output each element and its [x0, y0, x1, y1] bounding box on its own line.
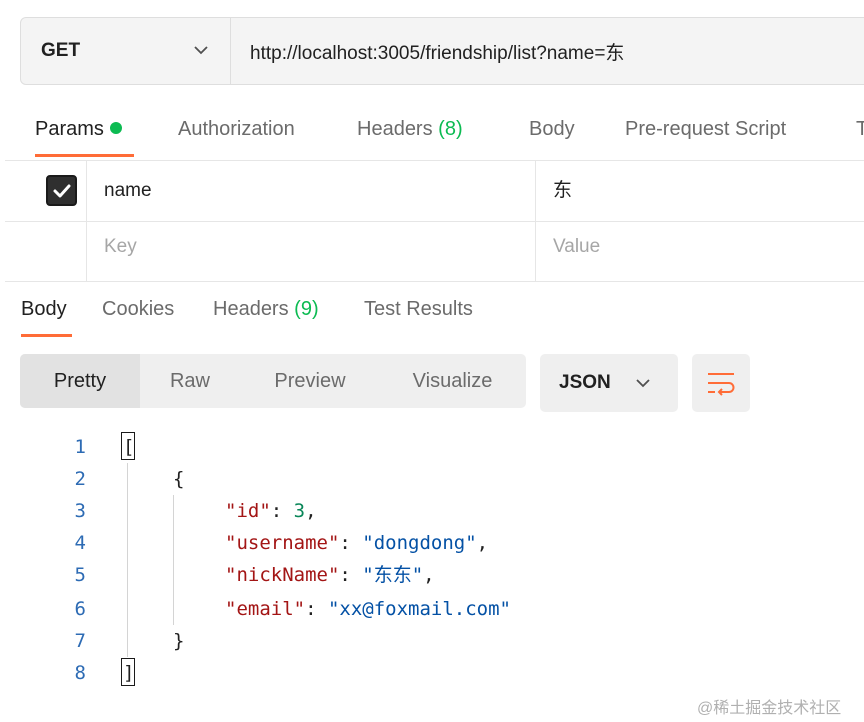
tab-body[interactable]: Body — [529, 115, 575, 143]
line-number: 2 — [74, 468, 86, 490]
format-label: JSON — [559, 372, 611, 393]
line-number: 7 — [74, 630, 86, 652]
view-preview-button[interactable]: Preview — [255, 354, 365, 408]
request-bar: GET http://localhost:3005/friendship/lis… — [20, 17, 864, 85]
chevron-down-icon — [194, 46, 208, 55]
response-tab-cookies[interactable]: Cookies — [102, 295, 174, 323]
response-tab-test-results[interactable]: Test Results — [364, 295, 473, 323]
json-number-value: 3 — [293, 500, 306, 522]
tab-headers-count: (8) — [438, 118, 463, 140]
json-colon: : — [305, 598, 328, 620]
params-row-divider — [5, 221, 864, 222]
param-key-cell[interactable]: name — [104, 177, 152, 205]
params-active-dot-icon — [109, 122, 122, 134]
code-line: "id": 3, — [225, 495, 317, 527]
params-table-top-border — [5, 160, 864, 161]
wrap-lines-icon — [708, 373, 735, 396]
response-tab-headers[interactable]: Headers (9) — [213, 295, 319, 323]
view-visualize-button[interactable]: Visualize — [395, 354, 510, 408]
chevron-down-icon — [636, 379, 650, 388]
method-label: GET — [41, 40, 81, 61]
tab-authorization[interactable]: Authorization — [178, 115, 295, 143]
json-key: "email" — [225, 598, 306, 620]
response-tab-body[interactable]: Body — [21, 295, 67, 323]
json-comma: , — [305, 500, 317, 522]
json-string-value: "dongdong" — [362, 532, 477, 554]
code-line: "nickName": "东东", — [225, 559, 435, 591]
wrap-lines-button[interactable] — [692, 354, 750, 412]
code-line: "username": "dongdong", — [225, 527, 488, 559]
param-enabled-checkbox[interactable] — [46, 175, 77, 206]
json-string-value: "东东" — [362, 564, 424, 586]
tab-params-underline — [35, 154, 134, 157]
json-comma: , — [476, 532, 489, 554]
code-line: ] — [123, 662, 135, 684]
new-param-value-input[interactable]: Value — [553, 233, 600, 261]
line-number: 3 — [74, 500, 86, 522]
json-colon: : — [339, 532, 363, 554]
params-table-bottom-border — [5, 281, 864, 282]
new-param-key-input[interactable]: Key — [104, 233, 137, 261]
indent-guide — [127, 463, 128, 657]
line-number: 4 — [74, 532, 86, 554]
json-comma: , — [423, 564, 435, 586]
line-number: 1 — [74, 436, 86, 458]
view-mode-switcher: Pretty Raw Preview Visualize — [20, 354, 526, 408]
tab-headers[interactable]: Headers (8) — [357, 115, 463, 143]
param-value-cell[interactable]: 东 — [553, 177, 572, 205]
line-number: 8 — [74, 662, 86, 684]
view-pretty-button[interactable]: Pretty — [20, 354, 140, 408]
json-key: "id" — [225, 500, 271, 522]
json-key: "nickName" — [225, 564, 340, 586]
code-line: [ — [123, 436, 135, 458]
params-col-divider-1 — [86, 161, 87, 281]
json-string-value: "xx@foxmail.com" — [327, 598, 511, 620]
tab-pre-request-script[interactable]: Pre-request Script — [625, 115, 786, 143]
url-input[interactable]: http://localhost:3005/friendship/list?na… — [231, 18, 624, 84]
watermark: @稀土掘金技术社区 — [697, 700, 842, 717]
tab-params[interactable]: Params — [35, 115, 122, 143]
method-select[interactable]: GET — [21, 18, 231, 84]
json-key: "username" — [225, 532, 340, 554]
code-line: } — [173, 630, 185, 652]
tab-params-label: Params — [35, 118, 104, 140]
format-select[interactable]: JSON — [540, 354, 678, 412]
params-col-divider-2 — [535, 161, 536, 281]
tab-tests[interactable]: T — [856, 115, 864, 143]
response-tab-body-underline — [21, 334, 72, 337]
json-colon: : — [339, 564, 363, 586]
code-line: { — [173, 468, 185, 490]
response-tab-headers-label: Headers — [213, 298, 289, 320]
json-colon: : — [270, 500, 294, 522]
indent-guide — [173, 495, 174, 625]
view-raw-button[interactable]: Raw — [140, 354, 240, 408]
line-number: 5 — [74, 564, 86, 586]
line-number: 6 — [74, 598, 86, 620]
tab-headers-label: Headers — [357, 118, 433, 140]
code-line: "email": "xx@foxmail.com" — [225, 593, 511, 625]
response-tab-headers-count: (9) — [294, 298, 319, 320]
checkmark-icon — [53, 184, 70, 197]
